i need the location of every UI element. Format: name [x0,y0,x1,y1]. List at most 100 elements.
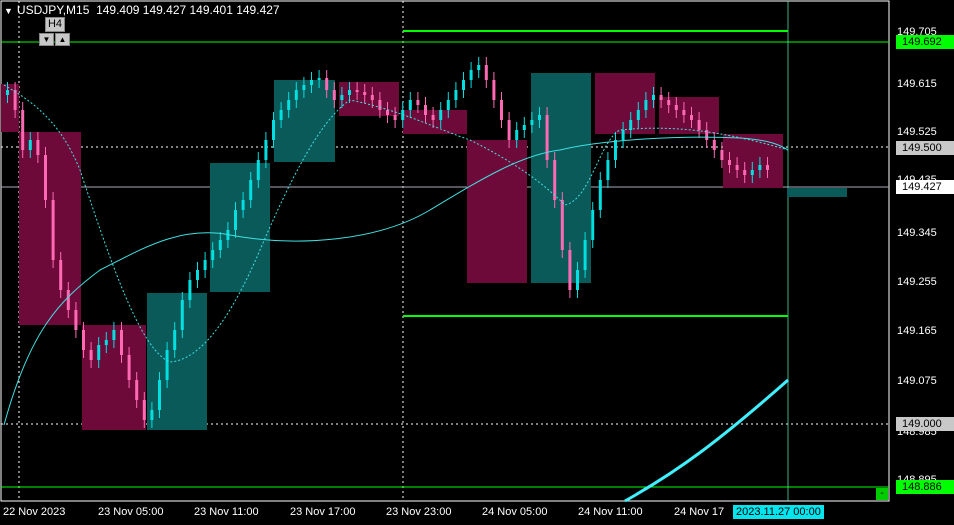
m15-candle-body [629,120,633,130]
m15-candle-body [325,78,329,90]
m15-candle-body [294,90,298,100]
m15-candle-body [560,200,564,250]
m15-candle-body [211,250,215,260]
time-tick: 24 Nov 05:00 [482,506,548,518]
m15-candle-body [249,180,253,200]
m15-candle-body [431,115,435,120]
time-tick: 23 Nov 11:00 [194,506,259,518]
m15-candle-body [150,410,154,420]
h4-candle-box [403,110,467,134]
m15-candle-body [44,155,47,200]
h4-candle-box [19,132,81,325]
symbol-label: USDJPY,M15 [16,3,90,17]
m15-candle-body [97,345,101,360]
m15-candle-body [568,250,572,290]
m15-candle-body [576,270,579,290]
m15-candle-body [302,85,306,90]
price-tick: 149.615 [897,78,937,90]
m15-candle-body [454,90,458,100]
m15-candle-body [743,170,747,175]
arrow-up-icon[interactable]: ▲ [55,33,70,46]
m15-candle-body [378,100,382,110]
m15-candle-body [735,165,739,170]
m15-candle-body [484,65,488,80]
dropdown-triangle-icon[interactable]: ▼ [4,6,13,16]
price-tick: 149.075 [897,375,937,387]
m15-candle-body [218,240,222,250]
m15-candle-body [659,95,663,100]
m15-candle-body [66,290,70,310]
timeframe-label[interactable]: H4 [45,17,65,32]
m15-candle-body [165,350,169,380]
m15-candle-body [180,300,184,330]
m15-candle-body [652,95,655,100]
m15-candle-body [614,140,617,160]
m15-candle-body [355,90,359,92]
m15-candle-body [621,130,625,140]
m15-candle-body [766,165,769,170]
m15-candle-body [363,92,367,95]
m15-candle-body [51,200,55,260]
m15-candle-body [340,95,344,100]
m15-candle-body [690,115,693,120]
m15-candle-body [712,140,716,150]
m15-candle-body [348,90,351,95]
chart-header: ▼ USDJPY,M15 149.409 149.427 149.401 149.… [4,3,280,17]
m15-candle-body [332,90,336,100]
dotted-level-price-label[interactable]: 149.500 [896,141,954,155]
overlay-timeframe-widget[interactable]: H4 ▼ ▲ [39,17,71,47]
m15-candle-body [667,100,671,105]
m15-candle-body [142,400,146,420]
arrow-down-icon[interactable]: ▼ [39,33,54,46]
m15-candle-body [728,160,731,165]
m15-candle-body [82,330,85,350]
lower-level-price-label[interactable]: 148.886 [896,480,954,494]
m15-candle-body [682,110,686,115]
m15-candle-body [500,100,503,120]
m15-candle-body [545,115,549,160]
price-tick: 149.255 [897,276,937,288]
m15-candle-body [74,310,78,330]
m15-candle-body [256,160,260,180]
h4-candle-box [210,163,270,292]
m15-candle-body [507,120,511,140]
m15-candle-body [492,80,496,100]
m15-candle-body [758,165,762,170]
m15-candle-body [393,115,397,120]
m15-candle-body [416,100,420,105]
price-chart-canvas[interactable] [0,0,954,525]
collapse-button[interactable]: - [876,488,888,500]
m15-candle-body [196,270,199,280]
m15-candle-body [203,260,207,270]
time-tick: 23 Nov 05:00 [98,506,164,518]
h4-candle-box [147,293,207,430]
m15-candle-body [234,210,237,230]
m15-candle-body [469,70,473,80]
time-tick: 22 Nov 2023 [3,506,66,518]
price-tick: 149.345 [897,227,937,239]
m15-candle-body [553,160,557,200]
dotted-low-price-label[interactable]: 149.000 [896,417,954,431]
m15-candle-body [446,100,450,110]
upper-level-price-label[interactable]: 149.692 [896,35,954,49]
m15-candle-body [598,180,602,210]
h4-candle-box [339,82,399,116]
m15-candle-body [59,260,63,290]
m15-candle-body [477,65,481,70]
price-tick: 149.525 [897,126,937,138]
m15-candle-body [158,380,161,410]
time-tick: 24 Nov 11:00 [578,506,643,518]
m15-candle-body [370,95,374,100]
m15-candle-body [424,105,427,115]
m15-candle-body [241,200,245,210]
m15-candle-body [89,350,93,360]
time-tick: 23 Nov 23:00 [386,506,452,518]
m15-candle-body [606,160,610,180]
m15-candle-body [28,140,32,150]
m15-candle-body [127,355,131,380]
h4-candle-box [531,73,591,283]
m15-candle-body [112,330,116,340]
price-tick: 149.165 [897,325,937,337]
m15-candle-body [636,110,640,120]
m15-candle-body [408,100,412,110]
